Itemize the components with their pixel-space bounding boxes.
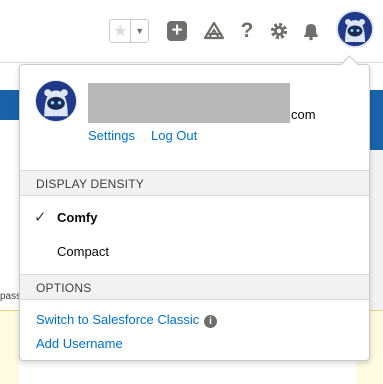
density-option-comfy[interactable]: ✓ Comfy <box>20 203 369 233</box>
global-header: ★ ▼ + ? <box>0 0 383 63</box>
redacted-user-info <box>88 83 290 123</box>
add-username-link[interactable]: Add Username <box>36 336 123 351</box>
density-option-label: Compact <box>57 244 110 259</box>
display-density-heading: DISPLAY DENSITY <box>20 170 369 196</box>
user-profile-menu: com Settings Log Out DISPLAY DENSITY ✓ C… <box>19 64 370 361</box>
trailhead-icon[interactable] <box>203 20 225 42</box>
plus-icon[interactable]: + <box>166 20 188 42</box>
gear-icon[interactable] <box>268 20 290 42</box>
bell-icon[interactable] <box>300 20 322 42</box>
background-panel <box>0 120 20 300</box>
background-text: pass <box>0 291 22 302</box>
density-option-label: Comfy <box>57 210 98 225</box>
switch-to-classic-link[interactable]: Switch to Salesforce Classic <box>36 312 199 327</box>
star-icon[interactable]: ★ <box>110 20 132 42</box>
settings-link[interactable]: Settings <box>88 128 135 143</box>
checkmark-icon: ✓ <box>34 209 47 226</box>
user-avatar-icon <box>35 80 77 122</box>
options-heading: OPTIONS <box>20 274 369 300</box>
background-highlight <box>0 310 19 384</box>
help-icon[interactable]: ? <box>236 19 258 42</box>
astro-avatar-icon[interactable] <box>338 12 372 46</box>
info-icon[interactable]: i <box>204 315 217 328</box>
logout-link[interactable]: Log Out <box>151 128 197 143</box>
density-option-compact[interactable]: Compact <box>20 237 369 267</box>
caret-down-icon[interactable]: ▼ <box>131 20 148 42</box>
user-email-suffix: com <box>291 107 316 122</box>
favorites-button-group: ★ ▼ <box>109 19 149 43</box>
